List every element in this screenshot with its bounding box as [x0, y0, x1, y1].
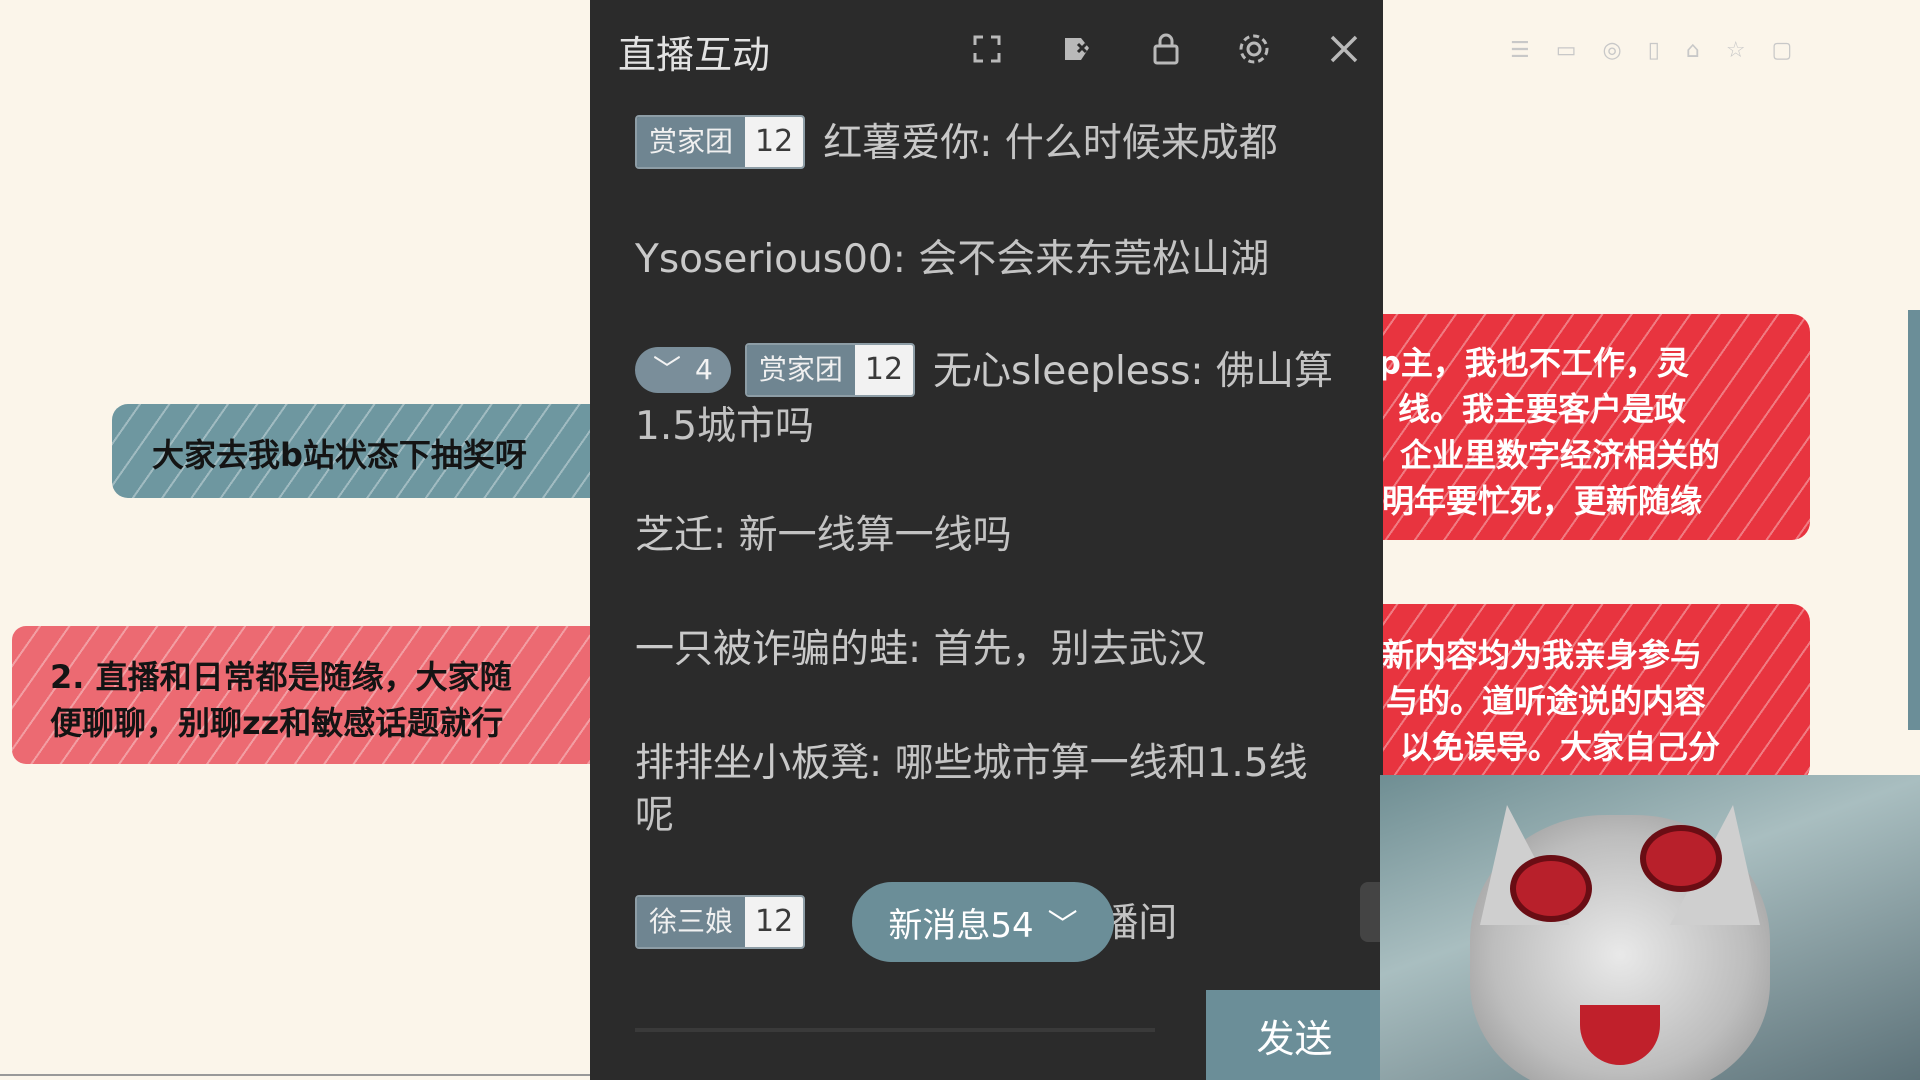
chat-text: 首先，别去武汉: [933, 627, 1207, 672]
panel-header: 直播互动: [590, 0, 1383, 100]
note-red1-line: 明年要忙死，更新随缘: [1382, 482, 1703, 520]
note-red1-line: p主，我也不工作，灵: [1378, 344, 1689, 382]
note-red2-line: 与的。道听途说的内容: [1386, 682, 1707, 720]
chat-message: Ysoserious00: 会不会来东莞松山湖: [635, 234, 1335, 286]
chat-text: 什么时候来成都: [1004, 121, 1278, 166]
fan-badge[interactable]: 赏家团 12: [744, 342, 916, 397]
panel-title: 直播互动: [618, 33, 771, 77]
chat-separator: :: [713, 513, 739, 558]
chat-separator: :: [869, 741, 895, 786]
faint-icon: ▢: [1771, 38, 1793, 63]
lock-icon[interactable]: [1147, 30, 1185, 68]
expand-icon[interactable]: [968, 30, 1006, 68]
fox-mouth: [1580, 1005, 1660, 1065]
right-edge-strip: [1908, 310, 1920, 730]
webcam-video: [1380, 775, 1920, 1080]
badge-name: 徐三娘: [637, 896, 746, 947]
note-red-1: p主，我也不工作，灵 线。我主要客户是政 企业里数字经济相关的 明年要忙死，更新…: [1340, 314, 1810, 540]
faint-toolbar: ☰ ▭ ◎ ▯ ⌂ ☆ ▢: [1510, 38, 1792, 63]
guard-count: 4: [695, 352, 713, 386]
chat-username[interactable]: 红薯爱你: [823, 121, 979, 166]
note-red1-line: 企业里数字经济相关的: [1400, 436, 1721, 474]
faint-icon: ▭: [1555, 38, 1577, 63]
note-teal-text: 大家去我b站状态下抽奖呀: [152, 436, 527, 474]
note-red1-line: 线。我主要客户是政: [1398, 390, 1687, 428]
badge-level: 12: [854, 344, 914, 395]
chat-text: 会不会来东莞松山湖: [918, 237, 1270, 282]
chat-input[interactable]: [635, 1028, 1155, 1032]
chat-username[interactable]: Ysoserious00: [635, 237, 893, 282]
fan-badge[interactable]: 徐三娘 12: [635, 894, 806, 949]
note-pink-line2: 便聊聊，别聊zz和敏感话题就行: [50, 704, 504, 742]
chat-separator: :: [908, 627, 934, 672]
close-icon[interactable]: [1325, 30, 1363, 68]
chat-message: 赏家团 12 红薯爱你: 什么时候来成都: [635, 114, 1335, 173]
note-pink-line1: 2. 直播和日常都是随缘，大家随: [50, 658, 512, 696]
note-teal: 大家去我b站状态下抽奖呀: [112, 404, 612, 498]
chat-separator: :: [892, 237, 919, 282]
chat-message: 一只被诈骗的蛙: 首先，别去武汉: [635, 624, 1335, 676]
new-messages-label: 新消息54: [888, 905, 1034, 946]
faint-icon: ◎: [1602, 38, 1622, 63]
note-pink: 2. 直播和日常都是随缘，大家随 便聊聊，别聊zz和敏感话题就行: [12, 626, 612, 764]
faint-icon: ☰: [1510, 38, 1530, 63]
chat-username[interactable]: 排排坐小板凳: [635, 741, 869, 786]
clean-icon[interactable]: [1058, 30, 1096, 68]
chat-username[interactable]: 无心sleepless: [933, 349, 1190, 394]
goggle: [1640, 825, 1722, 892]
gear-icon[interactable]: [1235, 30, 1273, 68]
note-red-2: 新内容均为我亲身参与 与的。道听途说的内容 以免误导。大家自己分: [1340, 604, 1810, 784]
chat-username[interactable]: 芝迁: [635, 513, 713, 558]
note-red2-line: 新内容均为我亲身参与: [1382, 636, 1703, 674]
chat-message: 芝迁: 新一线算一线吗: [635, 510, 1335, 562]
new-messages-button[interactable]: 新消息54 ﹀: [852, 882, 1114, 962]
divider: [0, 1074, 590, 1076]
fan-badge[interactable]: 赏家团 12: [635, 114, 806, 169]
fox-mask-image: [1470, 805, 1770, 1080]
chevron-down-icon: ﹀: [1047, 908, 1078, 943]
live-interaction-panel: 直播互动 赏家团 12 红薯爱你: 什么时候来成都 Ysoserious00: 会不…: [590, 0, 1383, 1080]
badge-level: 12: [745, 896, 804, 947]
chat-message: 排排坐小板凳: 哪些城市算一线和1.5线呢: [635, 738, 1335, 842]
chevron-down-icon: ﹀: [653, 352, 682, 386]
note-red2-line: 以免误导。大家自己分: [1400, 728, 1721, 766]
chat-message: ﹀ 4 赏家团 12 无心sleepless: 佛山算1.5城市吗: [635, 342, 1335, 453]
chat-text: 新一线算一线吗: [738, 513, 1012, 558]
faint-icon: ▯: [1647, 38, 1660, 63]
chat-username[interactable]: 一只被诈骗的蛙: [635, 627, 908, 672]
chat-separator: :: [1190, 349, 1216, 394]
chat-separator: :: [979, 121, 1005, 166]
badge-level: 12: [745, 116, 804, 167]
faint-icon: ⌂: [1685, 38, 1700, 63]
badge-name: 赏家团: [637, 116, 746, 167]
goggle: [1510, 855, 1592, 922]
badge-name: 赏家团: [746, 344, 855, 395]
faint-icon: ☆: [1725, 38, 1746, 63]
guard-badge[interactable]: ﹀ 4: [635, 346, 731, 393]
send-button[interactable]: 发送: [1206, 990, 1383, 1080]
